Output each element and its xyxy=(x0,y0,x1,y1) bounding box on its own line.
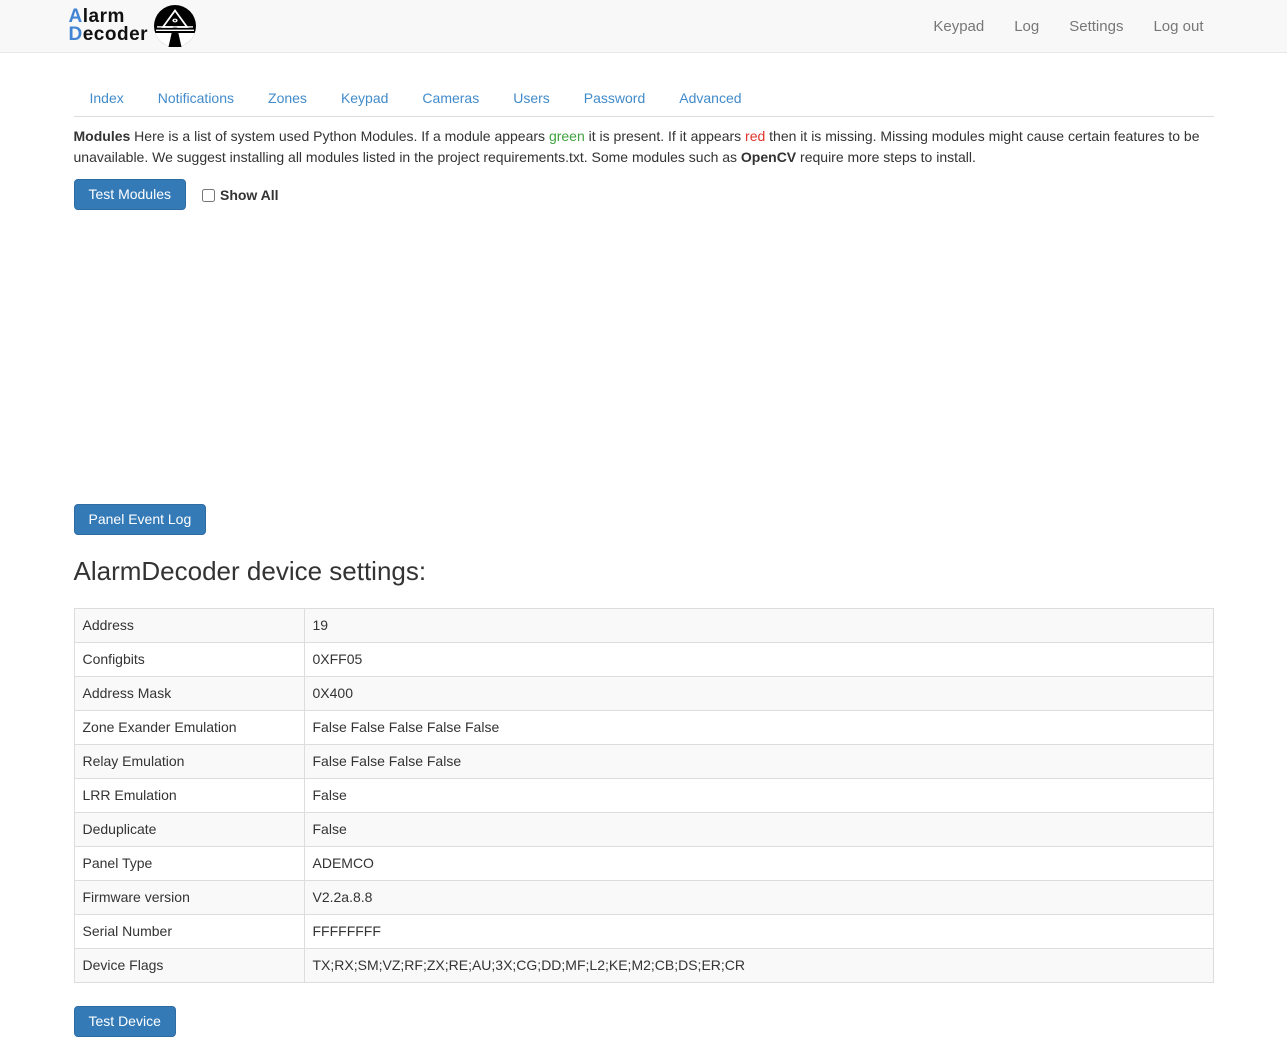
test-device-button[interactable]: Test Device xyxy=(74,1006,176,1037)
tab-keypad[interactable]: Keypad xyxy=(325,80,404,116)
navbar-link-log[interactable]: Log xyxy=(999,3,1054,50)
table-row: Deduplicate False xyxy=(74,813,1213,847)
device-settings-heading: AlarmDecoder device settings: xyxy=(74,556,1214,587)
table-row: Firmware version V2.2a.8.8 xyxy=(74,881,1213,915)
tab-zones[interactable]: Zones xyxy=(252,80,323,116)
brand-logo[interactable]: Alarm Decoder xyxy=(69,5,197,47)
table-row: Serial Number FFFFFFFF xyxy=(74,915,1213,949)
tab-users[interactable]: Users xyxy=(497,80,566,116)
setting-value: False xyxy=(304,813,1213,847)
setting-value: False False False False xyxy=(304,745,1213,779)
opencv-keyword: OpenCV xyxy=(741,149,796,165)
table-row: Relay Emulation False False False False xyxy=(74,745,1213,779)
top-navbar: Alarm Decoder Keypad Log Settings Lo xyxy=(0,0,1287,53)
table-row: Device Flags TX;RX;SM;VZ;RF;ZX;RE;AU;3X;… xyxy=(74,949,1213,983)
setting-label: Deduplicate xyxy=(74,813,304,847)
test-modules-button[interactable]: Test Modules xyxy=(74,179,186,210)
modules-description: Modules Here is a list of system used Py… xyxy=(74,126,1214,168)
modules-description-text: require more steps to install. xyxy=(796,149,976,165)
settings-tab-bar: Index Notifications Zones Keypad Cameras… xyxy=(74,80,1214,117)
lighthouse-logo-icon xyxy=(154,5,196,47)
brand-line2-accent: D xyxy=(69,24,83,45)
modules-results-area xyxy=(74,210,1214,502)
show-all-checkbox[interactable] xyxy=(202,189,215,202)
setting-label: LRR Emulation xyxy=(74,779,304,813)
table-row: Zone Exander Emulation False False False… xyxy=(74,711,1213,745)
navbar-link-settings[interactable]: Settings xyxy=(1054,3,1138,50)
setting-label: Relay Emulation xyxy=(74,745,304,779)
red-keyword: red xyxy=(745,128,765,144)
modules-description-text: it is present. If it appears xyxy=(585,128,745,144)
setting-label: Firmware version xyxy=(74,881,304,915)
setting-value: 0X400 xyxy=(304,677,1213,711)
show-all-label: Show All xyxy=(220,187,279,203)
table-row: Configbits 0XFF05 xyxy=(74,643,1213,677)
green-keyword: green xyxy=(549,128,585,144)
setting-label: Address xyxy=(74,609,304,643)
setting-label: Address Mask xyxy=(74,677,304,711)
setting-label: Device Flags xyxy=(74,949,304,983)
table-row: Address Mask 0X400 xyxy=(74,677,1213,711)
modules-description-text: Here is a list of system used Python Mod… xyxy=(130,128,549,144)
tab-password[interactable]: Password xyxy=(568,80,661,116)
navbar-link-keypad[interactable]: Keypad xyxy=(918,3,999,50)
modules-description-title: Modules xyxy=(74,128,131,144)
panel-event-log-button[interactable]: Panel Event Log xyxy=(74,504,207,535)
device-settings-table: Address 19 Configbits 0XFF05 Address Mas… xyxy=(74,608,1214,983)
setting-value: V2.2a.8.8 xyxy=(304,881,1213,915)
setting-label: Zone Exander Emulation xyxy=(74,711,304,745)
setting-value: TX;RX;SM;VZ;RF;ZX;RE;AU;3X;CG;DD;MF;L2;K… xyxy=(304,949,1213,983)
table-row: Address 19 xyxy=(74,609,1213,643)
brand-text: Alarm Decoder xyxy=(69,8,149,44)
brand-line2-rest: ecoder xyxy=(83,24,148,45)
navbar-links: Keypad Log Settings Log out xyxy=(918,3,1218,50)
table-row: LRR Emulation False xyxy=(74,779,1213,813)
setting-value: FFFFFFFF xyxy=(304,915,1213,949)
setting-label: Serial Number xyxy=(74,915,304,949)
navbar-link-logout[interactable]: Log out xyxy=(1138,3,1218,50)
tab-advanced[interactable]: Advanced xyxy=(663,80,757,116)
setting-value: ADEMCO xyxy=(304,847,1213,881)
table-row: Panel Type ADEMCO xyxy=(74,847,1213,881)
tab-index[interactable]: Index xyxy=(74,80,140,116)
setting-value: False xyxy=(304,779,1213,813)
tab-cameras[interactable]: Cameras xyxy=(406,80,495,116)
setting-value: 0XFF05 xyxy=(304,643,1213,677)
setting-value: False False False False False xyxy=(304,711,1213,745)
tab-notifications[interactable]: Notifications xyxy=(142,80,250,116)
setting-label: Panel Type xyxy=(74,847,304,881)
setting-label: Configbits xyxy=(74,643,304,677)
setting-value: 19 xyxy=(304,609,1213,643)
